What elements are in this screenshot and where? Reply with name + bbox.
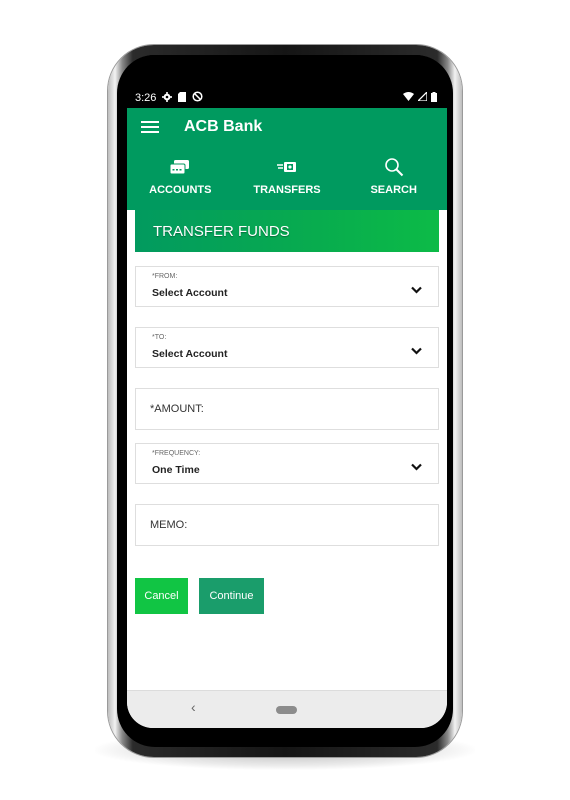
app-bar: ACB Bank ACCOUNTS TRANSFERS SEARCH — [127, 108, 447, 210]
page-title: TRANSFER FUNDS — [153, 222, 290, 240]
back-icon[interactable]: ‹ — [191, 699, 196, 715]
to-value: Select Account — [152, 348, 228, 360]
main-tabs: ACCOUNTS TRANSFERS SEARCH — [127, 152, 447, 208]
from-value: Select Account — [152, 287, 228, 299]
chevron-down-icon — [411, 458, 422, 476]
to-account-select[interactable]: *TO: Select Account — [135, 327, 439, 368]
cards-icon — [170, 156, 190, 178]
status-bar: 3:26 — [127, 88, 447, 108]
wifi-icon — [403, 92, 414, 104]
tab-accounts-label: ACCOUNTS — [149, 184, 212, 196]
memo-label: MEMO: — [150, 519, 188, 531]
amount-input[interactable]: *AMOUNT: — [135, 388, 439, 430]
chevron-down-icon — [411, 281, 422, 299]
app-title: ACB Bank — [184, 118, 263, 135]
signal-icon — [416, 90, 428, 104]
system-nav-bar: ‹ — [127, 690, 447, 728]
phone-screen: 3:26 ACB Bank ACCOUNTS TRANSFERS SEARCH … — [127, 88, 447, 728]
tab-search[interactable]: SEARCH — [340, 152, 447, 208]
to-label: *TO: — [152, 334, 167, 341]
amount-label: *AMOUNT: — [150, 403, 204, 415]
continue-button[interactable]: Continue — [199, 578, 264, 614]
no-disturb-icon — [192, 91, 203, 105]
search-icon — [384, 156, 404, 178]
tab-transfers-label: TRANSFERS — [253, 184, 321, 196]
gear-icon — [162, 91, 173, 105]
tab-transfers[interactable]: TRANSFERS — [234, 152, 341, 208]
frequency-select[interactable]: *FREQUENCY: One Time — [135, 443, 439, 484]
chevron-down-icon — [411, 342, 422, 360]
cancel-button[interactable]: Cancel — [135, 578, 188, 614]
frequency-label: *FREQUENCY: — [152, 450, 201, 457]
home-pill-icon[interactable] — [276, 706, 297, 714]
from-account-select[interactable]: *FROM: Select Account — [135, 266, 439, 307]
memo-input[interactable]: MEMO: — [135, 504, 439, 546]
tab-accounts[interactable]: ACCOUNTS — [127, 152, 234, 208]
frequency-value: One Time — [152, 464, 200, 476]
page-title-banner: TRANSFER FUNDS — [135, 210, 439, 252]
status-time: 3:26 — [135, 92, 157, 104]
battery-icon — [431, 91, 437, 105]
money-transfer-icon — [277, 156, 297, 178]
hamburger-menu-icon[interactable] — [141, 121, 159, 135]
sd-card-icon — [178, 91, 187, 105]
tab-search-label: SEARCH — [370, 184, 417, 196]
from-label: *FROM: — [152, 273, 178, 280]
